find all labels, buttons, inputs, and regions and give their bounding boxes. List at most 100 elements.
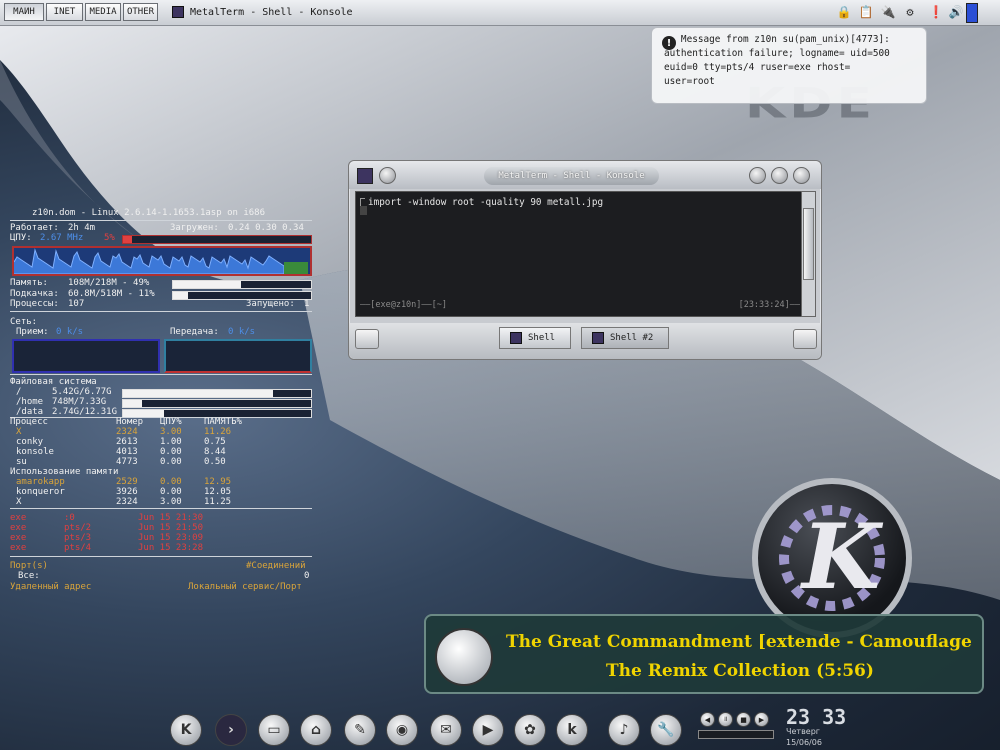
lock-icon[interactable]: 🔒 bbox=[836, 3, 852, 21]
alert-icon[interactable]: ❗ bbox=[928, 3, 944, 21]
proc-header-cpu: ЦПУ% bbox=[160, 417, 182, 427]
process-pid: 2529 bbox=[116, 477, 138, 487]
notification-popup[interactable]: ! Message from z10n su(pam_unix)[4773]: … bbox=[651, 27, 927, 104]
process-mem: 12.95 bbox=[204, 477, 232, 487]
clock-time: 23 33 bbox=[786, 705, 847, 729]
login-time: Jun 15 23:28 bbox=[138, 543, 204, 553]
process-cpu: 0.00 bbox=[160, 487, 182, 497]
uptime-label: Работает: bbox=[10, 223, 59, 233]
home-icon[interactable]: ⌂ bbox=[300, 714, 332, 746]
uptime-value: 2h 4m bbox=[68, 223, 96, 233]
desktop-tab-inet[interactable]: INET bbox=[46, 3, 83, 21]
folder-icon[interactable]: ▭ bbox=[258, 714, 290, 746]
processes-value: 107 bbox=[68, 299, 85, 309]
fs-size: 748M/7.33G bbox=[52, 397, 107, 407]
process-cpu: 3.00 bbox=[160, 497, 182, 507]
fs-usage-bar bbox=[122, 389, 312, 398]
window-title: MetalTerm - Shell - Konsole bbox=[484, 167, 659, 185]
kmenu-icon[interactable]: K bbox=[170, 714, 202, 746]
process-name: conky bbox=[16, 437, 44, 447]
ports-label: Порт(s) bbox=[10, 561, 48, 571]
login-user: exe bbox=[10, 543, 27, 553]
desktop-tab-main[interactable]: МАИН bbox=[4, 3, 44, 21]
process-cpu: 0.00 bbox=[160, 477, 182, 487]
track-title: The Great Commandment [extende - Camoufl… bbox=[506, 632, 972, 652]
upload-graph bbox=[164, 339, 312, 373]
terminal-icon[interactable]: › bbox=[215, 714, 247, 746]
k-letter-icon: K bbox=[802, 504, 881, 610]
new-session-button[interactable] bbox=[355, 329, 379, 349]
login-tty: pts/4 bbox=[64, 543, 92, 553]
playback-progress[interactable] bbox=[698, 730, 774, 739]
kde-icon[interactable]: k bbox=[556, 714, 588, 746]
gimp-icon[interactable]: ✿ bbox=[514, 714, 546, 746]
wolf-icon bbox=[435, 628, 493, 686]
process-mem: 0.75 bbox=[204, 437, 226, 447]
tab-shell[interactable]: Shell bbox=[499, 327, 571, 349]
browser-icon[interactable]: ◉ bbox=[386, 714, 418, 746]
memory-usage-title: Использование памяти bbox=[10, 467, 119, 477]
stop-icon[interactable]: ■ bbox=[736, 712, 751, 727]
desktop-tab-other[interactable]: OTHER bbox=[123, 3, 158, 21]
terminal-cursor bbox=[360, 206, 367, 215]
terminal-area[interactable]: import -window root -quality 90 metall.j… bbox=[355, 191, 809, 317]
tab-shell-2[interactable]: Shell #2 bbox=[581, 327, 669, 349]
info-icon: ! bbox=[662, 36, 676, 50]
mail-icon[interactable]: ✉ bbox=[430, 714, 462, 746]
desktop-tab-media[interactable]: MEDIA bbox=[85, 3, 121, 21]
process-name: konsole bbox=[16, 447, 54, 457]
download-label: Прием: bbox=[16, 327, 49, 337]
sticky-button[interactable] bbox=[379, 167, 396, 184]
process-pid: 2613 bbox=[116, 437, 138, 447]
previous-track-icon[interactable]: ◀ bbox=[700, 712, 715, 727]
memory-bar bbox=[172, 280, 312, 289]
tab-label: Shell bbox=[528, 333, 556, 343]
tools-icon[interactable]: ✎ bbox=[344, 714, 376, 746]
process-pid: 2324 bbox=[116, 427, 138, 437]
cpu-freq: 2.67 MHz bbox=[40, 233, 84, 243]
remote-address-label: Удаленный адрес bbox=[10, 582, 92, 592]
process-name: X bbox=[16, 497, 22, 507]
close-session-button[interactable] bbox=[793, 329, 817, 349]
cpu-graph-plot bbox=[13, 248, 308, 275]
maximize-button[interactable] bbox=[793, 167, 810, 184]
process-cpu: 0.00 bbox=[160, 457, 182, 467]
konsole-window: MetalTerm - Shell - Konsole import -wind… bbox=[348, 160, 822, 360]
settings-icon[interactable]: ⚙ bbox=[902, 3, 918, 21]
local-service-label: Локальный сервис/Порт bbox=[188, 582, 302, 592]
taskbar-entry-konsole[interactable]: MetalTerm - Shell - Konsole bbox=[172, 4, 353, 20]
proc-header-pid: Номер bbox=[116, 417, 144, 427]
music-icon[interactable]: ♪ bbox=[608, 714, 640, 746]
help-button[interactable] bbox=[749, 167, 766, 184]
scrollbar-thumb[interactable] bbox=[803, 208, 814, 280]
battery-icon[interactable] bbox=[966, 3, 978, 23]
login-user: exe bbox=[10, 533, 27, 543]
taskbar-entry-title: MetalTerm - Shell - Konsole bbox=[190, 6, 353, 18]
minimize-button[interactable] bbox=[771, 167, 788, 184]
divider bbox=[10, 508, 312, 509]
shell-icon bbox=[592, 332, 604, 344]
prompt-time: [23:33:24]—— bbox=[738, 300, 800, 310]
swap-label: Подкачка: bbox=[10, 289, 59, 299]
fs-size: 5.42G/6.77G bbox=[52, 387, 112, 397]
konsole-tabbar: Shell Shell #2 bbox=[349, 323, 821, 359]
network-icon[interactable]: 🔌 bbox=[880, 3, 896, 21]
login-tty: pts/2 bbox=[64, 523, 92, 533]
next-track-icon[interactable]: ▶ bbox=[754, 712, 769, 727]
notification-line: Message from z10n su(pam_unix)[4773]: bbox=[664, 34, 890, 45]
window-menu-icon[interactable] bbox=[357, 168, 373, 184]
window-titlebar[interactable]: MetalTerm - Shell - Konsole bbox=[349, 161, 821, 189]
processes-label: Процессы: bbox=[10, 299, 59, 309]
download-graph bbox=[12, 339, 160, 373]
pause-icon[interactable]: ॥ bbox=[718, 712, 733, 727]
divider bbox=[10, 220, 312, 221]
terminal-scrollbar[interactable] bbox=[801, 191, 816, 317]
wrench-icon[interactable]: 🔧 bbox=[650, 714, 682, 746]
mixer-icon[interactable]: 🔊 bbox=[948, 3, 964, 21]
proc-header-name: Процесс bbox=[10, 417, 48, 427]
media-player-icon[interactable]: ▶ bbox=[472, 714, 504, 746]
all-label: Все: bbox=[18, 571, 40, 581]
load-label: Загружен: bbox=[170, 223, 219, 233]
clipboard-icon[interactable]: 📋 bbox=[858, 3, 874, 21]
cpu-graph bbox=[12, 246, 312, 276]
